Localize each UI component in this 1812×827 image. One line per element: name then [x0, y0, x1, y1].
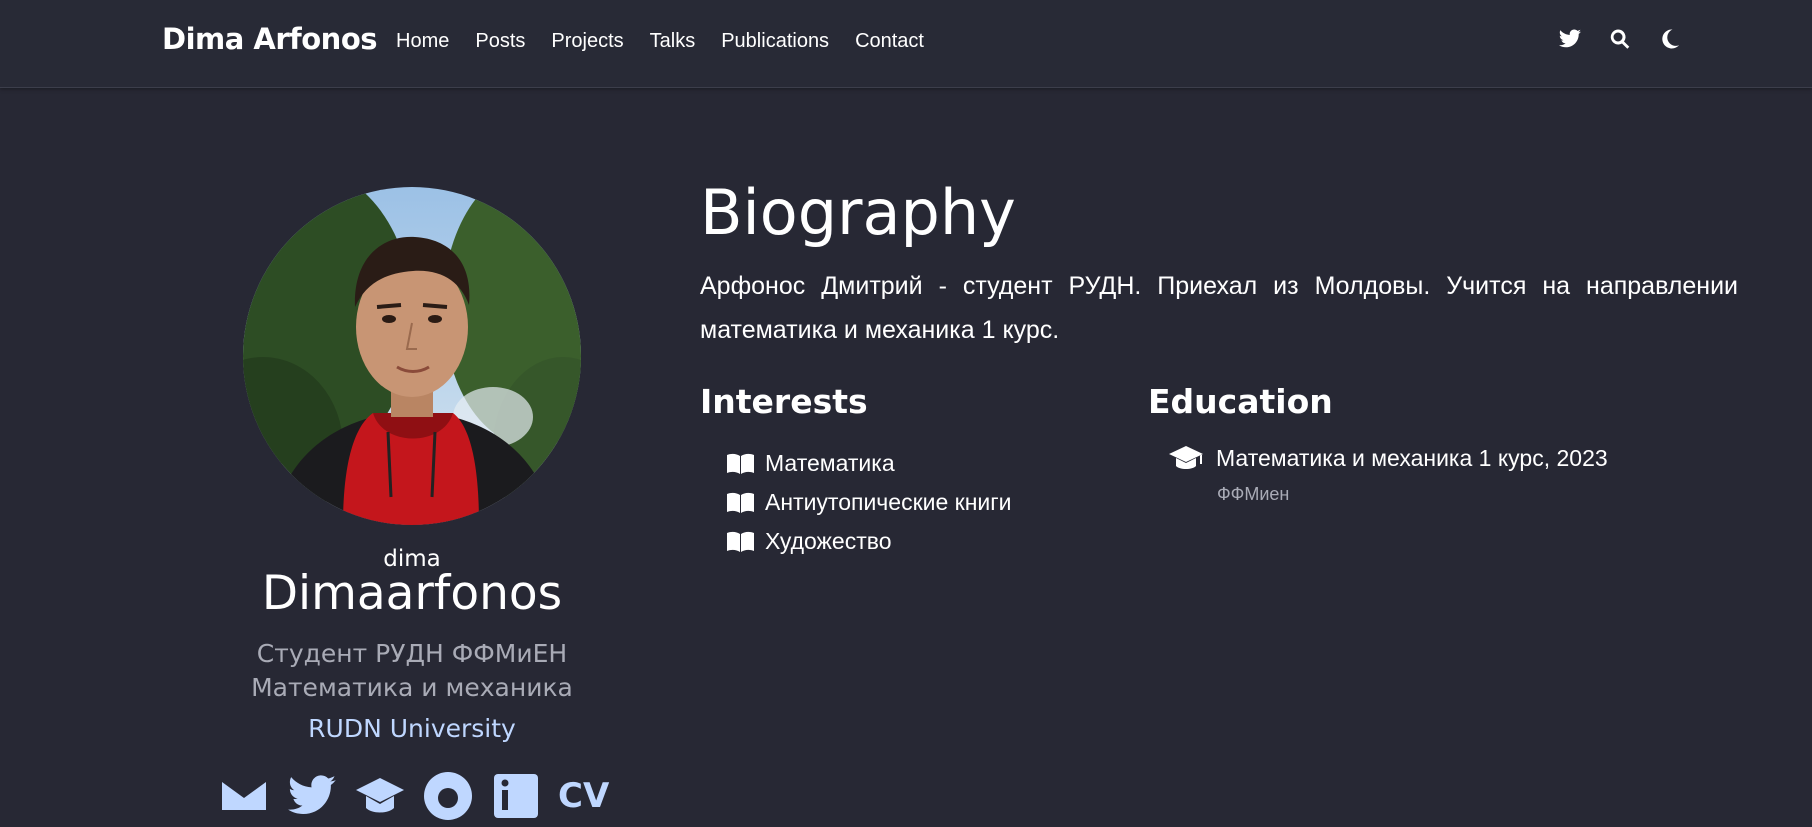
profile-role-line: Студент РУДН ФФМиЕН: [256, 639, 568, 668]
search-icon[interactable]: [1608, 27, 1632, 51]
book-icon: [726, 531, 755, 553]
interests-title: Interests: [700, 382, 868, 421]
twitter-icon[interactable]: [1558, 27, 1582, 51]
education-row: Математика и механика 1 курс, 2023: [1168, 444, 1608, 472]
interest-item: Художество: [726, 522, 1012, 561]
education-item: Математика и механика 1 курс, 2023 ФФМие…: [1168, 444, 1608, 505]
interest-item: Математика: [726, 444, 1012, 483]
education-institution: ФФМиен: [1217, 484, 1290, 504]
interest-item: Антиутопические книги: [726, 483, 1012, 522]
nav-link-contact[interactable]: Contact: [855, 30, 924, 53]
nav-link-publications[interactable]: Publications: [721, 30, 829, 53]
book-icon: [726, 453, 755, 475]
github-icon[interactable]: [422, 770, 474, 822]
cv-link[interactable]: CV: [558, 770, 609, 822]
linkedin-icon[interactable]: [490, 770, 542, 822]
interests-list: Математика Антиутопические книги Художес…: [726, 444, 1012, 561]
profile-organization-link[interactable]: RUDN University: [0, 714, 824, 743]
profile-role-line: Математика и механика: [251, 673, 573, 702]
interest-label: Математика: [765, 450, 895, 476]
nav-link-talks[interactable]: Talks: [650, 30, 696, 53]
interest-label: Антиутопические книги: [765, 489, 1012, 515]
twitter-icon[interactable]: [286, 770, 338, 822]
navbar-actions: [1558, 27, 1682, 51]
nav-link-posts[interactable]: Posts: [475, 30, 525, 53]
email-icon[interactable]: [218, 770, 270, 822]
moon-icon[interactable]: [1658, 27, 1682, 51]
book-icon: [726, 492, 755, 514]
biography-title: Biography: [700, 176, 1016, 249]
nav-link-projects[interactable]: Projects: [551, 30, 623, 53]
navbar: Dima Arfonos Home Posts Projects Talks P…: [0, 0, 1812, 88]
main-nav: Home Posts Projects Talks Publications C…: [396, 30, 950, 53]
avatar: [243, 187, 581, 525]
interest-label: Художество: [765, 528, 892, 554]
social-links: CV: [218, 770, 609, 822]
biography-text: Арфонос Дмитрий - студент РУДН. Приехал …: [700, 272, 1738, 344]
education-course: Математика и механика 1 курс, 2023: [1216, 444, 1608, 471]
graduation-cap-icon: [1168, 444, 1204, 472]
education-title: Education: [1148, 382, 1333, 421]
profile-name: Dimaarfonos: [261, 566, 563, 621]
site-brand[interactable]: Dima Arfonos: [162, 22, 378, 56]
nav-link-home[interactable]: Home: [396, 30, 449, 53]
graduation-cap-icon[interactable]: [354, 770, 406, 822]
profile-role: Студент РУДН ФФМиЕН Математика и механик…: [0, 637, 824, 705]
